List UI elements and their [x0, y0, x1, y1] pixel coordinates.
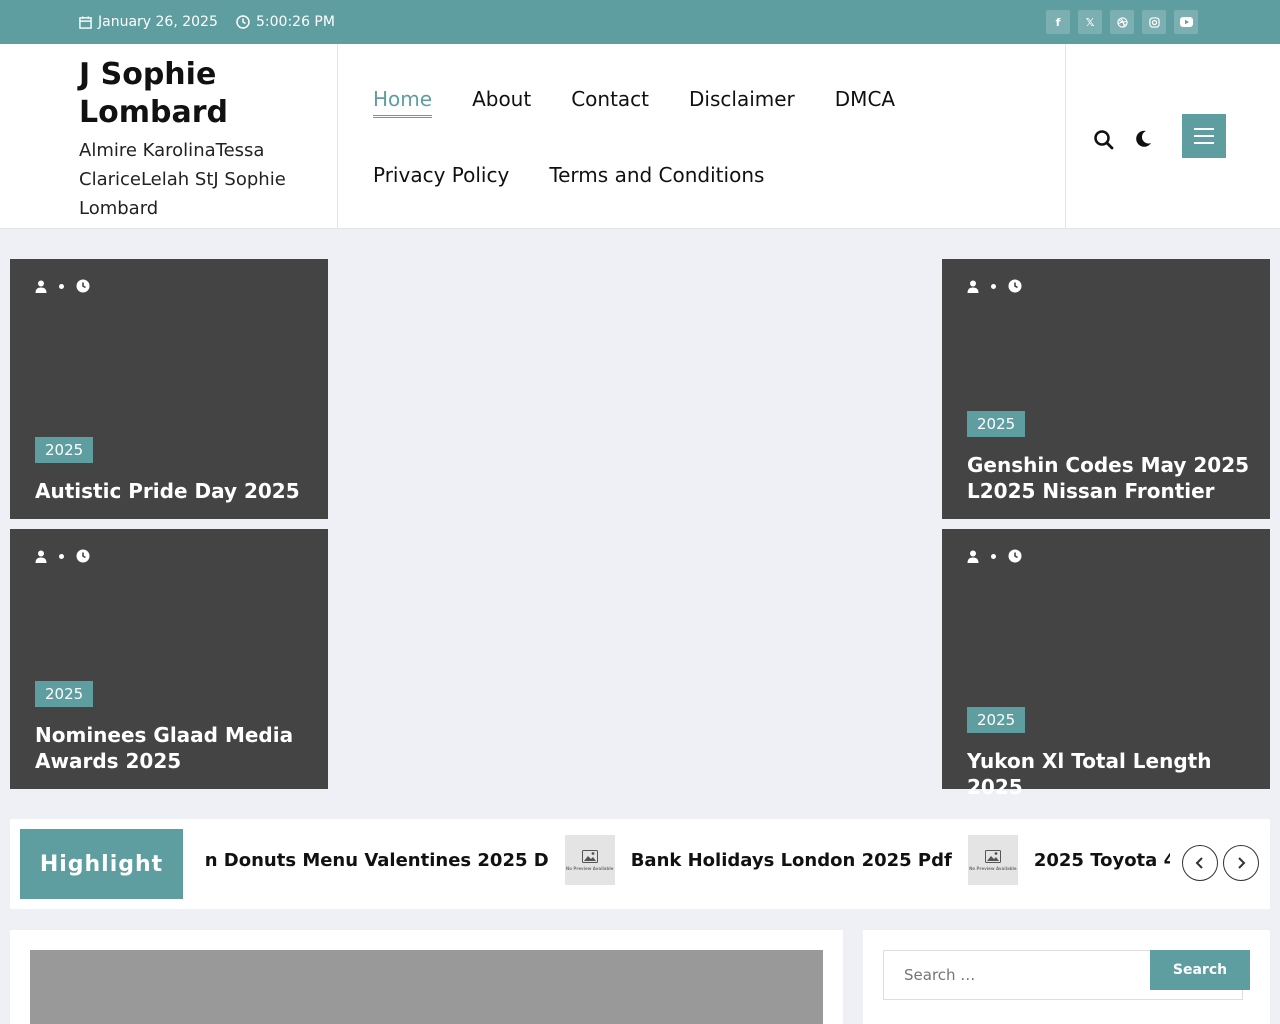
post-card[interactable]: 2025 Autistic Pride Day 2025: [10, 259, 328, 519]
post-meta: [967, 279, 1022, 293]
social-links: f 𝕏: [1046, 10, 1198, 34]
post-card[interactable]: 2025 Nominees Glaad Media Awards 2025: [10, 529, 328, 789]
ticker-item[interactable]: No Preview Available Bank Holidays Londo…: [564, 835, 952, 885]
divider: [1065, 44, 1066, 229]
site-title[interactable]: J Sophie Lombard: [79, 56, 319, 132]
menu-line: [1194, 128, 1214, 130]
featured-image-placeholder[interactable]: [30, 950, 823, 1024]
image-icon: [984, 849, 1001, 863]
menu-line: [1194, 135, 1214, 137]
post-meta: [967, 549, 1022, 563]
highlight-label: Highlight: [20, 829, 183, 899]
time-text: 5:00:26 PM: [256, 14, 335, 30]
search-icon[interactable]: [1092, 128, 1116, 152]
site-description: Almire KarolinaTessa ClariceLelah StJ So…: [79, 140, 286, 219]
site-branding: J Sophie Lombard Almire KarolinaTessa Cl…: [79, 56, 319, 223]
ticker-prev-button[interactable]: [1182, 845, 1218, 881]
clock-icon: [76, 549, 90, 563]
separator-dot: [991, 553, 996, 559]
main-content: [10, 930, 843, 1024]
clock-icon: [1008, 279, 1022, 293]
clock-icon: [1008, 549, 1022, 563]
ticker-item-title[interactable]: 2025 Toyota 4runner: [1034, 850, 1170, 871]
user-icon: [967, 550, 979, 563]
divider: [337, 44, 338, 229]
chevron-right-icon: [1238, 857, 1246, 869]
ticker-track: Dunkin Donuts Menu Valentines 2025 D No …: [206, 834, 1170, 886]
nav-item-disclaimer[interactable]: Disclaimer: [689, 86, 795, 118]
no-preview-thumbnail: No Preview Available: [967, 835, 1018, 885]
category-badge[interactable]: 2025: [35, 437, 94, 463]
site-header: J Sophie Lombard Almire KarolinaTessa Cl…: [0, 44, 1280, 229]
user-icon: [35, 550, 47, 563]
nav-item-about[interactable]: About: [472, 86, 531, 118]
dribbble-icon[interactable]: [1110, 10, 1134, 34]
search-button[interactable]: Search: [1150, 950, 1250, 990]
ticker-item-title[interactable]: Dunkin Donuts Menu Valentines 2025 D: [206, 850, 549, 871]
post-card[interactable]: 2025 Yukon Xl Total Length 2025: [942, 529, 1270, 799]
ticker-item[interactable]: Dunkin Donuts Menu Valentines 2025 D: [206, 850, 549, 871]
category-badge[interactable]: 2025: [967, 411, 1026, 437]
clock-icon: [76, 279, 90, 293]
chevron-left-icon: [1195, 857, 1203, 869]
time-display: 5:00:26 PM: [236, 14, 335, 30]
post-title[interactable]: Autistic Pride Day 2025: [35, 478, 315, 504]
nav-item-home[interactable]: Home: [373, 86, 433, 118]
facebook-icon[interactable]: f: [1046, 10, 1070, 34]
separator-dot: [991, 283, 996, 289]
top-bar: January 26, 2025 5:00:26 PM f 𝕏: [0, 0, 1280, 44]
calendar-icon: [79, 15, 92, 29]
ticker-next-button[interactable]: [1223, 845, 1259, 881]
instagram-icon[interactable]: [1142, 10, 1166, 34]
date-display: January 26, 2025: [79, 14, 218, 30]
thumbnail-caption: No Preview Available: [565, 865, 614, 871]
nav-item-privacy-policy[interactable]: Privacy Policy: [373, 162, 509, 194]
post-meta: [35, 549, 90, 563]
separator-dot: [59, 283, 64, 289]
post-meta: [35, 279, 90, 293]
hamburger-menu-button[interactable]: [1182, 114, 1226, 158]
post-title[interactable]: Nominees Glaad Media Awards 2025: [35, 722, 315, 774]
post-title[interactable]: Yukon Xl Total Length 2025: [967, 748, 1257, 800]
nav-item-terms[interactable]: Terms and Conditions: [549, 162, 764, 194]
ticker-item[interactable]: No Preview Available 2025 Toyota 4runner: [967, 835, 1170, 885]
post-card[interactable]: 2025 Genshin Codes May 2025 L2025 Nissan…: [942, 259, 1270, 519]
main-navigation: Home About Contact Disclaimer DMCA Priva…: [373, 86, 973, 238]
post-title[interactable]: Genshin Codes May 2025 L2025 Nissan Fron…: [967, 452, 1252, 504]
user-icon: [35, 280, 47, 293]
ticker-items: Dunkin Donuts Menu Valentines 2025 D No …: [206, 834, 1170, 886]
dark-mode-toggle-icon[interactable]: [1132, 128, 1154, 150]
clock-icon: [236, 15, 250, 29]
sidebar-search-widget: Search: [863, 930, 1270, 1024]
separator-dot: [59, 553, 64, 559]
user-icon: [967, 280, 979, 293]
youtube-icon[interactable]: [1174, 10, 1198, 34]
no-preview-thumbnail: No Preview Available: [564, 835, 615, 885]
nav-item-dmca[interactable]: DMCA: [835, 86, 895, 118]
image-icon: [581, 849, 598, 863]
nav-item-contact[interactable]: Contact: [571, 86, 649, 118]
x-icon[interactable]: 𝕏: [1078, 10, 1102, 34]
category-badge[interactable]: 2025: [35, 681, 94, 707]
date-text: January 26, 2025: [98, 14, 218, 30]
highlight-ticker: Highlight Dunkin Donuts Menu Valentines …: [10, 819, 1270, 909]
thumbnail-caption: No Preview Available: [969, 865, 1017, 871]
ticker-item-title[interactable]: Bank Holidays London 2025 Pdf: [631, 850, 952, 871]
category-badge[interactable]: 2025: [967, 707, 1026, 733]
menu-line: [1194, 142, 1214, 144]
